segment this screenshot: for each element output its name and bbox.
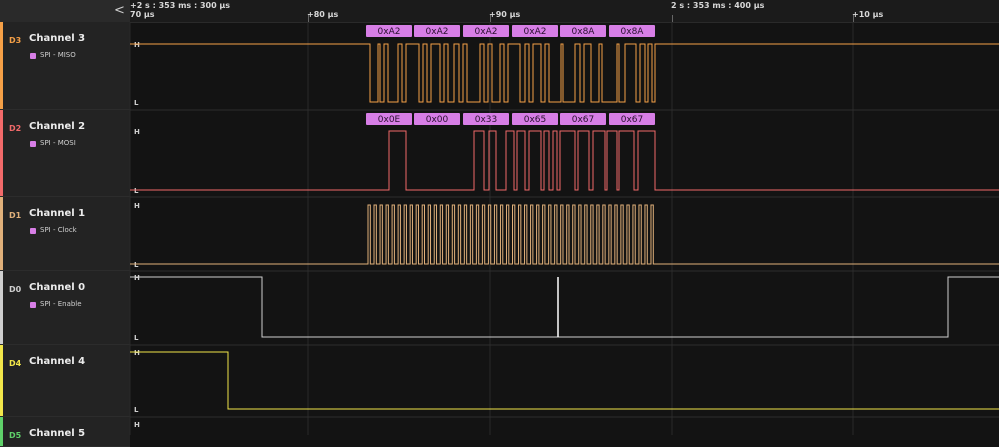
mosi-decoded-value: 0x65 <box>524 115 547 125</box>
miso-decoded-value: 0x8A <box>572 27 596 37</box>
enable-trace <box>130 276 999 338</box>
level-high-label: H <box>134 128 140 136</box>
miso-decoded-value: 0xA2 <box>524 27 547 37</box>
level-high-label: H <box>134 202 140 210</box>
level-low-label: L <box>134 261 139 269</box>
mosi-trace <box>130 130 999 191</box>
level-high-label: H <box>134 349 140 357</box>
miso-decoded-value: 0xA2 <box>378 27 401 37</box>
level-low-label: L <box>134 187 139 195</box>
miso-decoded-value: 0xA2 <box>475 27 498 37</box>
level-low-label: L <box>134 99 139 107</box>
mosi-decoded-value: 0x67 <box>572 115 595 125</box>
channel4-trace <box>130 351 999 410</box>
mosi-decoded-value: 0x33 <box>475 115 498 125</box>
miso-decoded-value: 0x8A <box>621 27 645 37</box>
level-high-label: H <box>134 421 140 429</box>
level-low-label: L <box>134 406 139 414</box>
mosi-decoded-value: 0x00 <box>426 115 449 125</box>
miso-trace <box>130 43 999 103</box>
waveform-area[interactable]: HLHLHLHLHLH0xA2 0xA2 0xA2 0xA2 0x8A 0x8A0x0E 0… <box>0 0 999 435</box>
level-high-label: H <box>134 274 140 282</box>
clock-trace <box>130 204 999 265</box>
mosi-decoded-value: 0x0E <box>378 115 401 125</box>
mosi-decoded-value: 0x67 <box>621 115 644 125</box>
miso-decoded-value: 0xA2 <box>426 27 449 37</box>
level-low-label: L <box>134 334 139 342</box>
level-high-label: H <box>134 41 140 49</box>
